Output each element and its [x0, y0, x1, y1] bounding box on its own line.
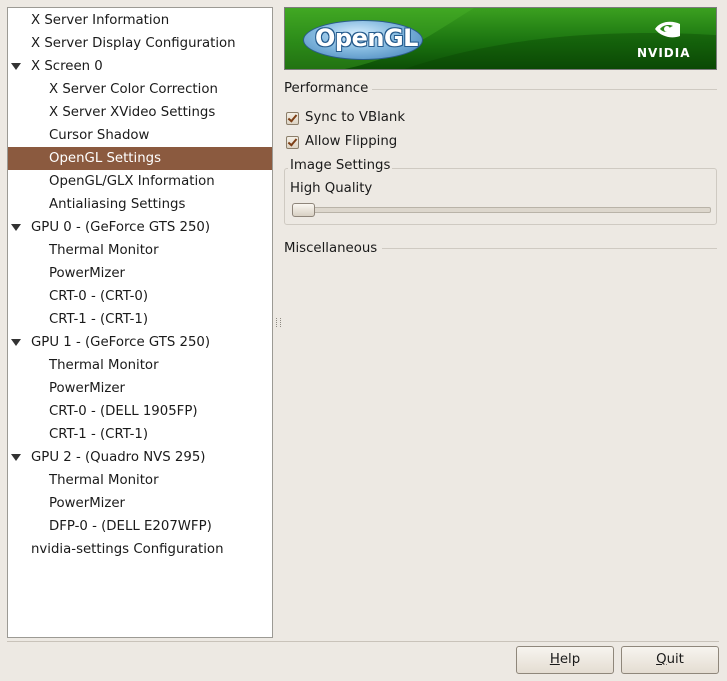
image-quality-slider-trough[interactable]: [292, 207, 711, 213]
tree-item[interactable]: PowerMizer: [8, 492, 272, 515]
navigation-tree[interactable]: X Server Information X Server Display Con…: [7, 7, 273, 638]
tree-item[interactable]: GPU 2 - (Quadro NVS 295): [8, 446, 272, 469]
performance-title: Performance: [284, 81, 369, 96]
tree-item-label: OpenGL Settings: [49, 151, 161, 166]
pane-resize-handle[interactable]: [276, 318, 281, 327]
tree-item-label: OpenGL/GLX Information: [49, 174, 215, 189]
tree-item[interactable]: GPU 0 - (GeForce GTS 250): [8, 216, 272, 239]
tree-item-label: DFP-0 - (DELL E207WFP): [49, 519, 212, 534]
expander-arrow-icon[interactable]: [11, 454, 21, 461]
tree-item-label: GPU 0 - (GeForce GTS 250): [31, 220, 211, 235]
tree-item-label: PowerMizer: [49, 496, 125, 511]
tree-item-label: CRT-1 - (CRT-1): [49, 312, 149, 327]
tree-item[interactable]: nvidia-settings Configuration: [8, 538, 272, 561]
tree-item[interactable]: X Server XVideo Settings: [8, 101, 272, 124]
tree-item-label: nvidia-settings Configuration: [31, 542, 224, 557]
tree-item-label: PowerMizer: [49, 381, 125, 396]
tree-item[interactable]: DFP-0 - (DELL E207WFP): [8, 515, 272, 538]
tree-item-label: Thermal Monitor: [49, 473, 159, 488]
nvidia-eye-icon: [655, 21, 680, 38]
tree-item-label: CRT-0 - (DELL 1905FP): [49, 404, 198, 419]
help-label-rest: elp: [559, 652, 581, 667]
tree-item[interactable]: GPU 1 - (GeForce GTS 250): [8, 331, 272, 354]
tree-item-label: GPU 1 - (GeForce GTS 250): [31, 335, 211, 350]
tree-item[interactable]: CRT-0 - (DELL 1905FP): [8, 400, 272, 423]
tree-item-label: CRT-1 - (CRT-1): [49, 427, 149, 442]
quit-button[interactable]: Quit: [621, 646, 719, 674]
tree-item[interactable]: Cursor Shadow: [8, 124, 272, 147]
help-button[interactable]: Help: [516, 646, 614, 674]
tree-item[interactable]: Antialiasing Settings: [8, 193, 272, 216]
opengl-logo-text: OpenGL: [315, 24, 418, 52]
tree-item[interactable]: X Server Display Configuration: [8, 32, 272, 55]
image-quality-slider-thumb[interactable]: [292, 203, 315, 217]
tree-item[interactable]: CRT-1 - (CRT-1): [8, 308, 272, 331]
expander-arrow-icon[interactable]: [11, 63, 21, 70]
quit-label-rest: uit: [666, 652, 684, 667]
allow-flipping-checkbox[interactable]: [286, 136, 299, 149]
tree-item[interactable]: Thermal Monitor: [8, 469, 272, 492]
help-mnemonic: H: [549, 652, 560, 667]
allow-flipping-label[interactable]: Allow Flipping: [305, 132, 397, 152]
tree-item[interactable]: PowerMizer: [8, 377, 272, 400]
miscellaneous-divider: [382, 248, 717, 249]
tree-item[interactable]: CRT-0 - (CRT-0): [8, 285, 272, 308]
tree-item-label: CRT-0 - (CRT-0): [49, 289, 149, 304]
nvidia-brand-text: NVIDIA: [637, 46, 691, 60]
tree-item-label: PowerMizer: [49, 266, 125, 281]
expander-arrow-icon[interactable]: [11, 339, 21, 346]
tree-item[interactable]: OpenGL Settings: [8, 147, 272, 170]
sync-vblank-checkbox[interactable]: [286, 112, 299, 125]
tree-item[interactable]: CRT-1 - (CRT-1): [8, 423, 272, 446]
tree-item[interactable]: X Server Information: [8, 9, 272, 32]
bottom-separator: [7, 641, 719, 642]
image-settings-title: Image Settings: [288, 158, 393, 173]
expander-arrow-icon[interactable]: [11, 224, 21, 231]
tree-item[interactable]: OpenGL/GLX Information: [8, 170, 272, 193]
tree-item[interactable]: X Screen 0: [8, 55, 272, 78]
tree-item[interactable]: Thermal Monitor: [8, 354, 272, 377]
quit-mnemonic: Q: [656, 652, 667, 667]
tree-item[interactable]: PowerMizer: [8, 262, 272, 285]
tree-item-label: X Server Color Correction: [49, 82, 218, 97]
tree-item-label: Thermal Monitor: [49, 358, 159, 373]
tree-item-label: X Server Display Configuration: [31, 36, 236, 51]
tree-item-label: GPU 2 - (Quadro NVS 295): [31, 450, 206, 465]
tree-item-label: X Server XVideo Settings: [49, 105, 216, 120]
opengl-banner: OpenGL NVIDIA: [284, 7, 717, 70]
image-settings-frame: [284, 168, 717, 225]
quality-label: High Quality: [290, 181, 373, 196]
sync-vblank-label[interactable]: Sync to VBlank: [305, 108, 405, 128]
performance-divider: [372, 89, 717, 90]
tree-item-label: Antialiasing Settings: [49, 197, 186, 212]
tree-item[interactable]: X Server Color Correction: [8, 78, 272, 101]
tree-item[interactable]: Thermal Monitor: [8, 239, 272, 262]
tree-item-label: X Server Information: [31, 13, 170, 28]
tree-item-label: Thermal Monitor: [49, 243, 159, 258]
tree-item-label: X Screen 0: [31, 59, 103, 74]
miscellaneous-title: Miscellaneous: [284, 241, 378, 256]
tree-item-label: Cursor Shadow: [49, 128, 150, 143]
